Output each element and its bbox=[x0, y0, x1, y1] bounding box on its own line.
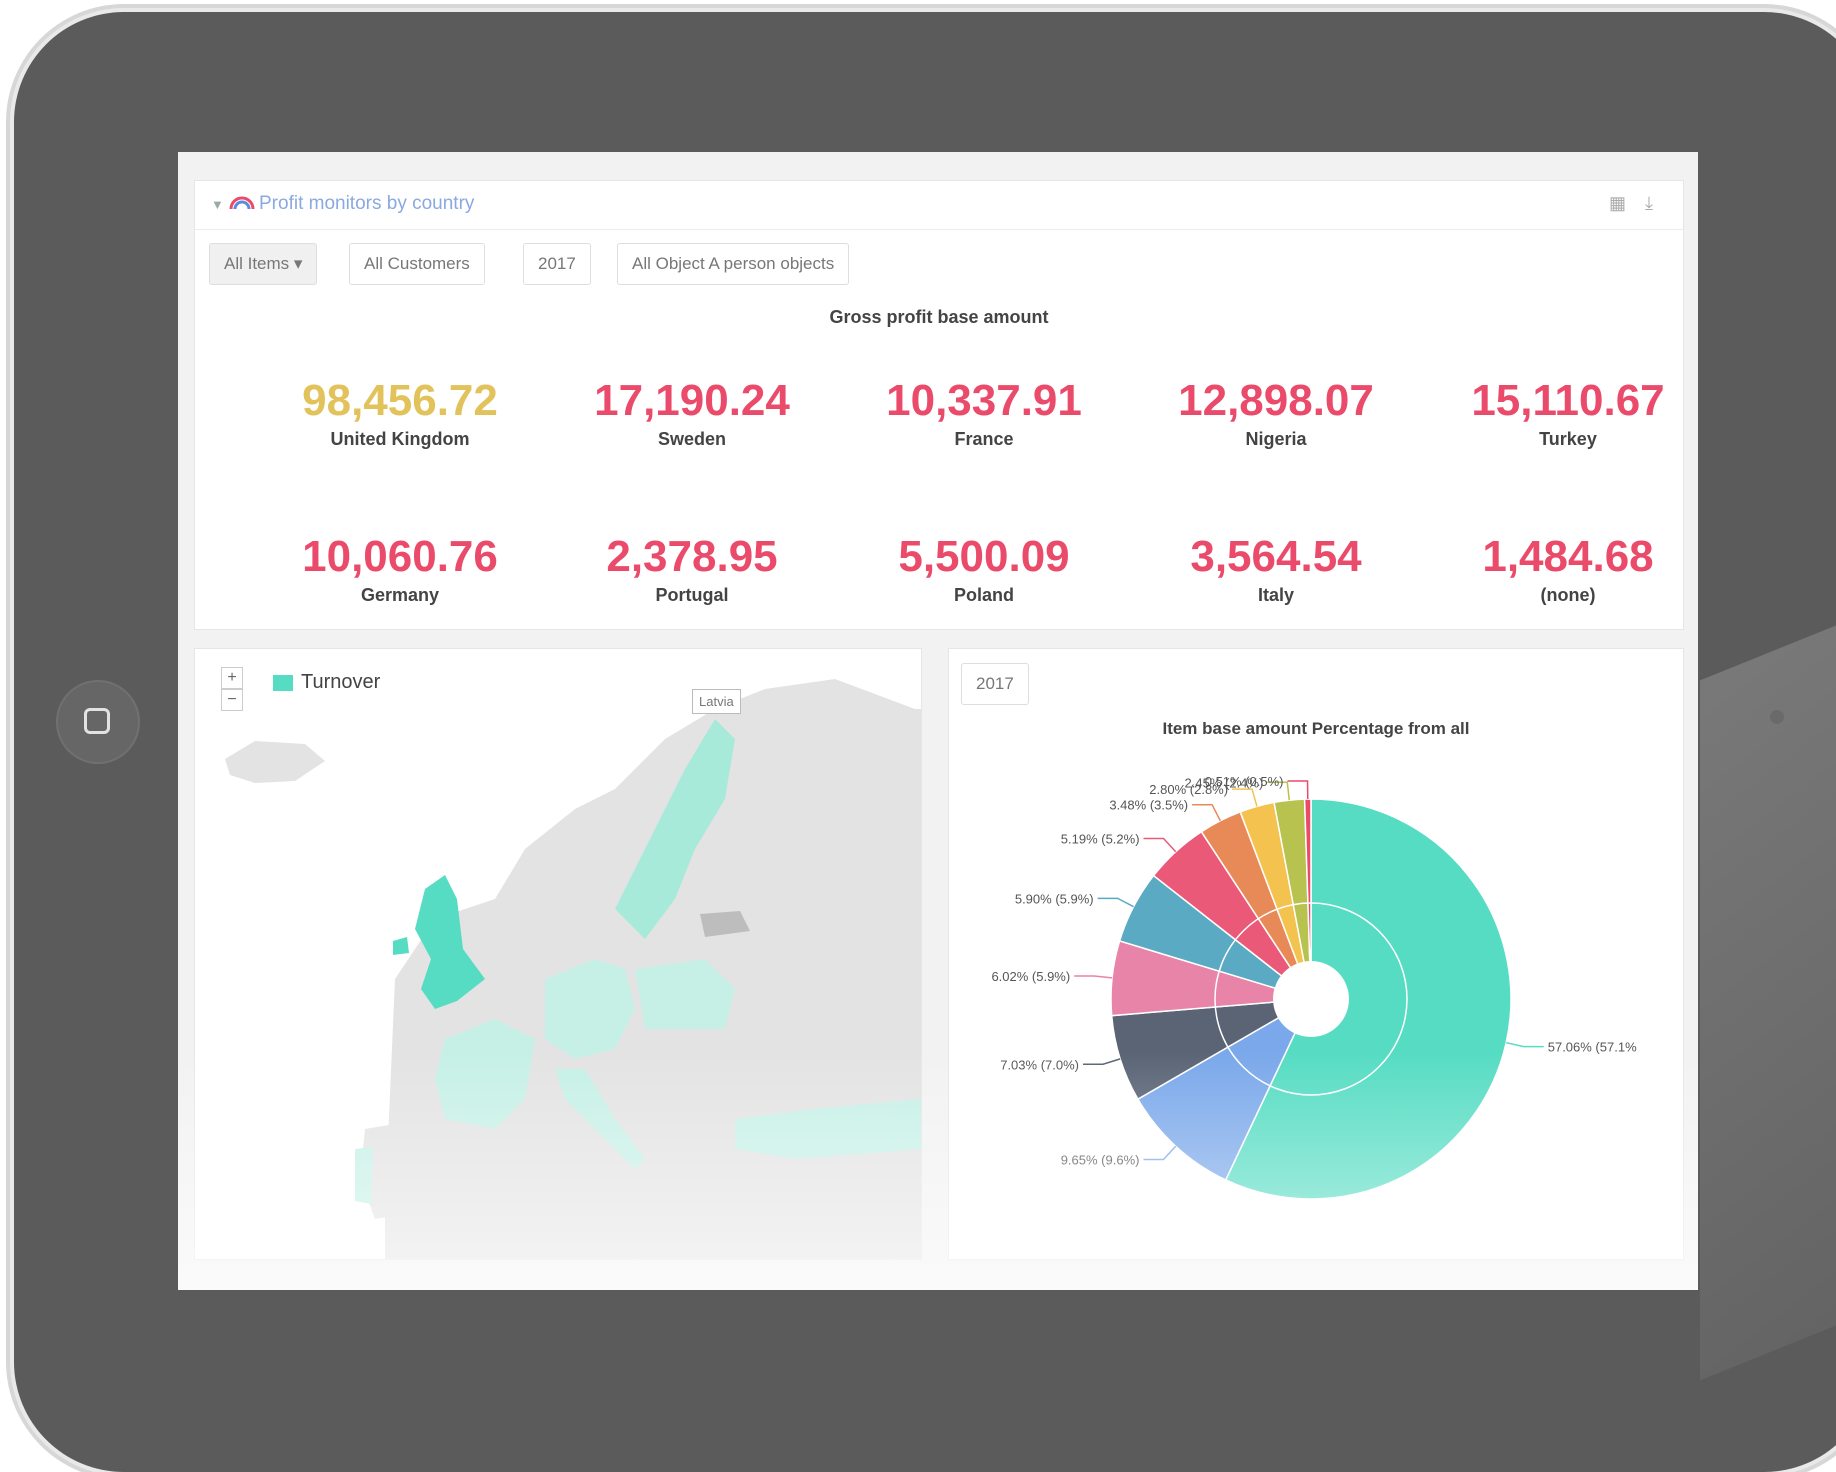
pie-panel: 2017 Item base amount Percentage from al… bbox=[948, 648, 1684, 1260]
pie-leader-line bbox=[1097, 897, 1134, 908]
kpi-card[interactable]: 10,337.91 France bbox=[839, 377, 1129, 450]
home-square-icon bbox=[84, 708, 110, 734]
map-portugal[interactable] bbox=[355, 1147, 373, 1204]
kpi-value: 2,378.95 bbox=[606, 532, 778, 581]
kpi-value: 10,337.91 bbox=[886, 376, 1082, 425]
kpi-card[interactable]: 3,564.54 Italy bbox=[1131, 533, 1421, 606]
pie-label: 3.48% (3.5%) bbox=[1109, 798, 1188, 813]
europe-map[interactable] bbox=[195, 649, 921, 1259]
kpi-country: Italy bbox=[1257, 585, 1295, 605]
pie-leader-line bbox=[1232, 788, 1258, 807]
kpi-value: 12,898.07 bbox=[1178, 376, 1374, 425]
kpi-card[interactable]: 5,500.09 Poland bbox=[839, 533, 1129, 606]
kpi-country: France bbox=[954, 429, 1014, 449]
kpi-value: 17,190.24 bbox=[594, 376, 790, 425]
kpi-country: Turkey bbox=[1539, 429, 1597, 449]
pie-leader-line bbox=[1192, 803, 1221, 822]
camera-icon bbox=[1770, 710, 1784, 724]
kpi-value: 1,484.68 bbox=[1482, 532, 1654, 581]
filter-items[interactable]: All Items ▾ bbox=[209, 243, 318, 285]
kpi-card[interactable]: 1,484.68 (none) bbox=[1423, 533, 1698, 606]
kpi-card[interactable]: 10,060.76 Germany bbox=[255, 533, 545, 606]
kpi-value: 10,060.76 bbox=[302, 532, 498, 581]
pie-leader-line bbox=[1287, 780, 1309, 800]
pie-center-hole bbox=[1273, 961, 1349, 1037]
screen-gloss bbox=[1700, 599, 1836, 1381]
map-zoom-controls: + − bbox=[221, 667, 243, 711]
kpi-country: Sweden bbox=[657, 429, 727, 449]
kpi-card[interactable]: 2,378.95 Portugal bbox=[547, 533, 837, 606]
kpi-country: Poland bbox=[953, 585, 1014, 605]
pie-label: 6.02% (5.9%) bbox=[991, 969, 1070, 984]
kpi-country: Germany bbox=[360, 585, 440, 605]
map-panel: + − Turnover Latvia bbox=[194, 648, 922, 1260]
pie-leader-line bbox=[1143, 1145, 1177, 1161]
table-view-icon[interactable]: ▦ bbox=[1609, 193, 1626, 214]
pie-leader-line bbox=[1143, 837, 1177, 853]
kpi-card[interactable]: 15,110.67 Turkey bbox=[1423, 377, 1698, 450]
kpi-title: Gross profit base amount bbox=[829, 307, 1049, 327]
pie-leader-line bbox=[1082, 1058, 1121, 1066]
collapse-caret-icon[interactable]: ▼ bbox=[211, 197, 224, 212]
map-spain bbox=[360, 1119, 445, 1219]
pie-leader-line bbox=[1074, 975, 1113, 979]
kpi-card[interactable]: 17,190.24 Sweden bbox=[547, 377, 837, 450]
filter-year[interactable]: 2017 bbox=[523, 243, 591, 285]
pie-label: 57.06% (57.1% bbox=[1548, 1040, 1637, 1055]
kpi-value: 3,564.54 bbox=[1190, 532, 1362, 581]
download-icon[interactable]: ⤓ bbox=[1645, 193, 1653, 214]
pie-label: 5.90% (5.9%) bbox=[1015, 891, 1094, 906]
kpi-country: Nigeria bbox=[1245, 429, 1307, 449]
home-button[interactable] bbox=[56, 680, 140, 764]
legend-swatch bbox=[273, 675, 293, 691]
zoom-out-button[interactable]: − bbox=[221, 689, 243, 711]
dashboard-screen: ▼ Profit monitors by country ▦ ⤓ All Ite… bbox=[178, 152, 1698, 1290]
zoom-in-button[interactable]: + bbox=[221, 667, 243, 689]
legend-label: Turnover bbox=[301, 671, 381, 693]
pie-label: 7.03% (7.0%) bbox=[1000, 1057, 1079, 1072]
kpi-value: 15,110.67 bbox=[1471, 376, 1665, 425]
kpi-country: (none) bbox=[1540, 585, 1596, 605]
map-tooltip: Latvia bbox=[692, 689, 741, 714]
kpi-value: 98,456.72 bbox=[302, 376, 498, 425]
kpi-card[interactable]: 12,898.07 Nigeria bbox=[1131, 377, 1421, 450]
kpi-panel: ▼ Profit monitors by country ▦ ⤓ All Ite… bbox=[194, 180, 1684, 630]
pie-leader-line bbox=[1506, 1041, 1544, 1048]
panel-titlebar: ▼ Profit monitors by country ▦ ⤓ bbox=[195, 181, 1683, 230]
rainbow-logo-icon bbox=[229, 196, 255, 210]
kpi-value: 5,500.09 bbox=[898, 532, 1070, 581]
kpi-country: Portugal bbox=[655, 585, 729, 605]
kpi-card[interactable]: 98,456.72 United Kingdom bbox=[255, 377, 545, 450]
filter-customers[interactable]: All Customers bbox=[349, 243, 485, 285]
pie-chart: 57.06% (57.1% 9.65% (9.6%) 7.03% (7.0%) 6.0… bbox=[991, 774, 1637, 1200]
pie-label: 0.51% (0.5%) bbox=[1205, 774, 1284, 789]
panel-title[interactable]: Profit monitors by country bbox=[259, 193, 474, 215]
pie-label: 5.19% (5.2%) bbox=[1061, 831, 1140, 846]
filter-object[interactable]: All Object A person objects bbox=[617, 243, 850, 285]
kpi-country: United Kingdom bbox=[330, 429, 470, 449]
pie-label: 9.65% (9.6%) bbox=[1061, 1153, 1140, 1168]
